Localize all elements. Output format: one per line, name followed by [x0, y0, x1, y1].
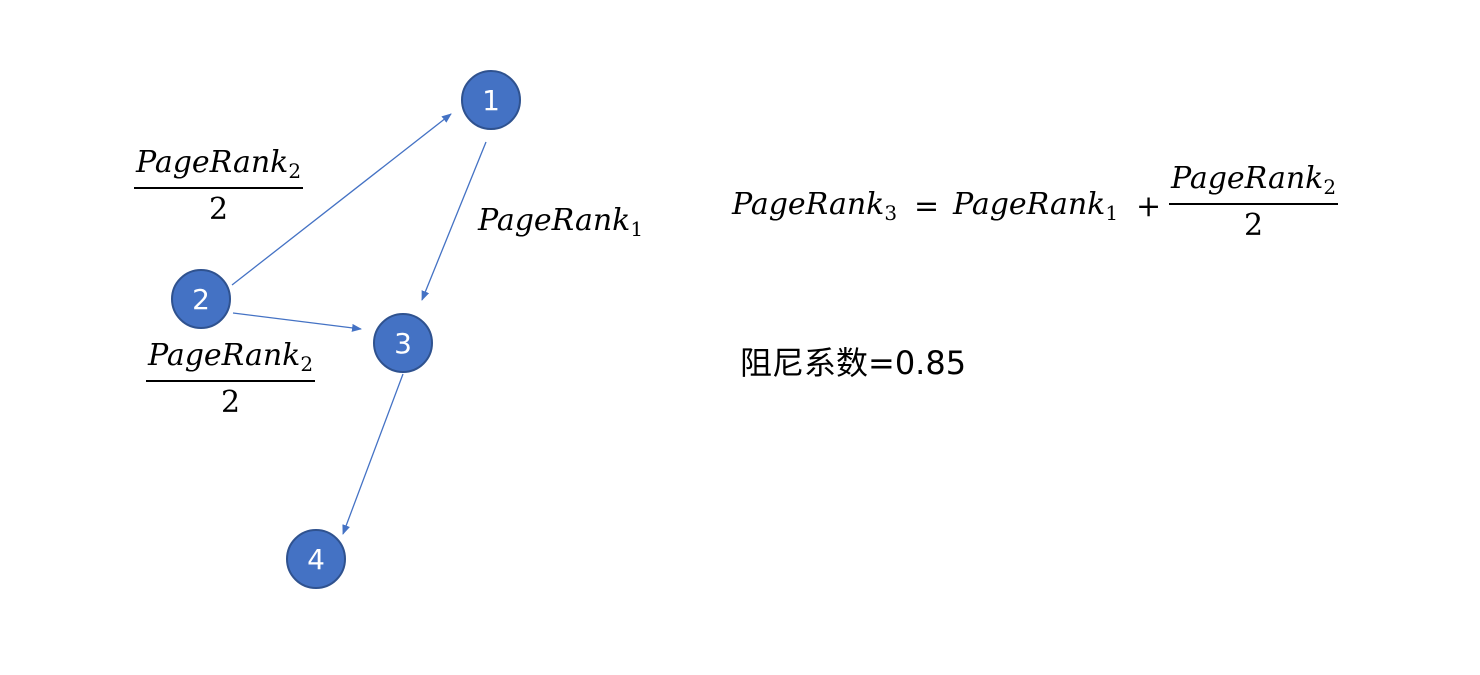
node-2: 2 — [171, 269, 231, 329]
node-3: 3 — [373, 313, 433, 373]
formula-fraction: PageRank2 2 — [1169, 164, 1339, 243]
edge-label-1-to-3: PageRank1 — [478, 203, 644, 241]
damping-factor-text: 阻尼系数=0.85 — [740, 344, 967, 382]
node-2-label: 2 — [192, 282, 210, 316]
edge-label-2-to-1-numerator: PageRank2 — [134, 148, 304, 189]
edge-3-to-4 — [342, 373, 404, 535]
formula-fraction-numerator: PageRank2 — [1169, 164, 1339, 205]
edge-label-2-to-1-denominator: 2 — [208, 192, 229, 227]
node-4-label: 4 — [307, 542, 325, 576]
node-1: 1 — [461, 70, 521, 130]
edge-label-2-to-3: PageRank2 2 — [146, 341, 316, 420]
formula-fraction-denominator: 2 — [1243, 208, 1264, 243]
edge-1-to-3 — [421, 141, 487, 301]
node-1-label: 1 — [482, 83, 500, 117]
edge-label-2-to-3-denominator: 2 — [220, 385, 241, 420]
edge-label-2-to-3-numerator: PageRank2 — [146, 341, 316, 382]
formula-equals: = — [914, 189, 940, 224]
formula-lhs: PageRank3 — [732, 187, 898, 225]
edge-label-2-to-1: PageRank2 2 — [134, 148, 304, 227]
formula-term1: PageRank1 — [953, 187, 1119, 225]
formula-plus: + — [1136, 189, 1162, 224]
node-4: 4 — [286, 529, 346, 589]
edge-2-to-3 — [232, 312, 362, 332]
diagram-canvas: 1 2 3 4 PageRank2 2 PageRank2 2 PageRank… — [0, 0, 1480, 675]
node-3-label: 3 — [394, 326, 412, 360]
